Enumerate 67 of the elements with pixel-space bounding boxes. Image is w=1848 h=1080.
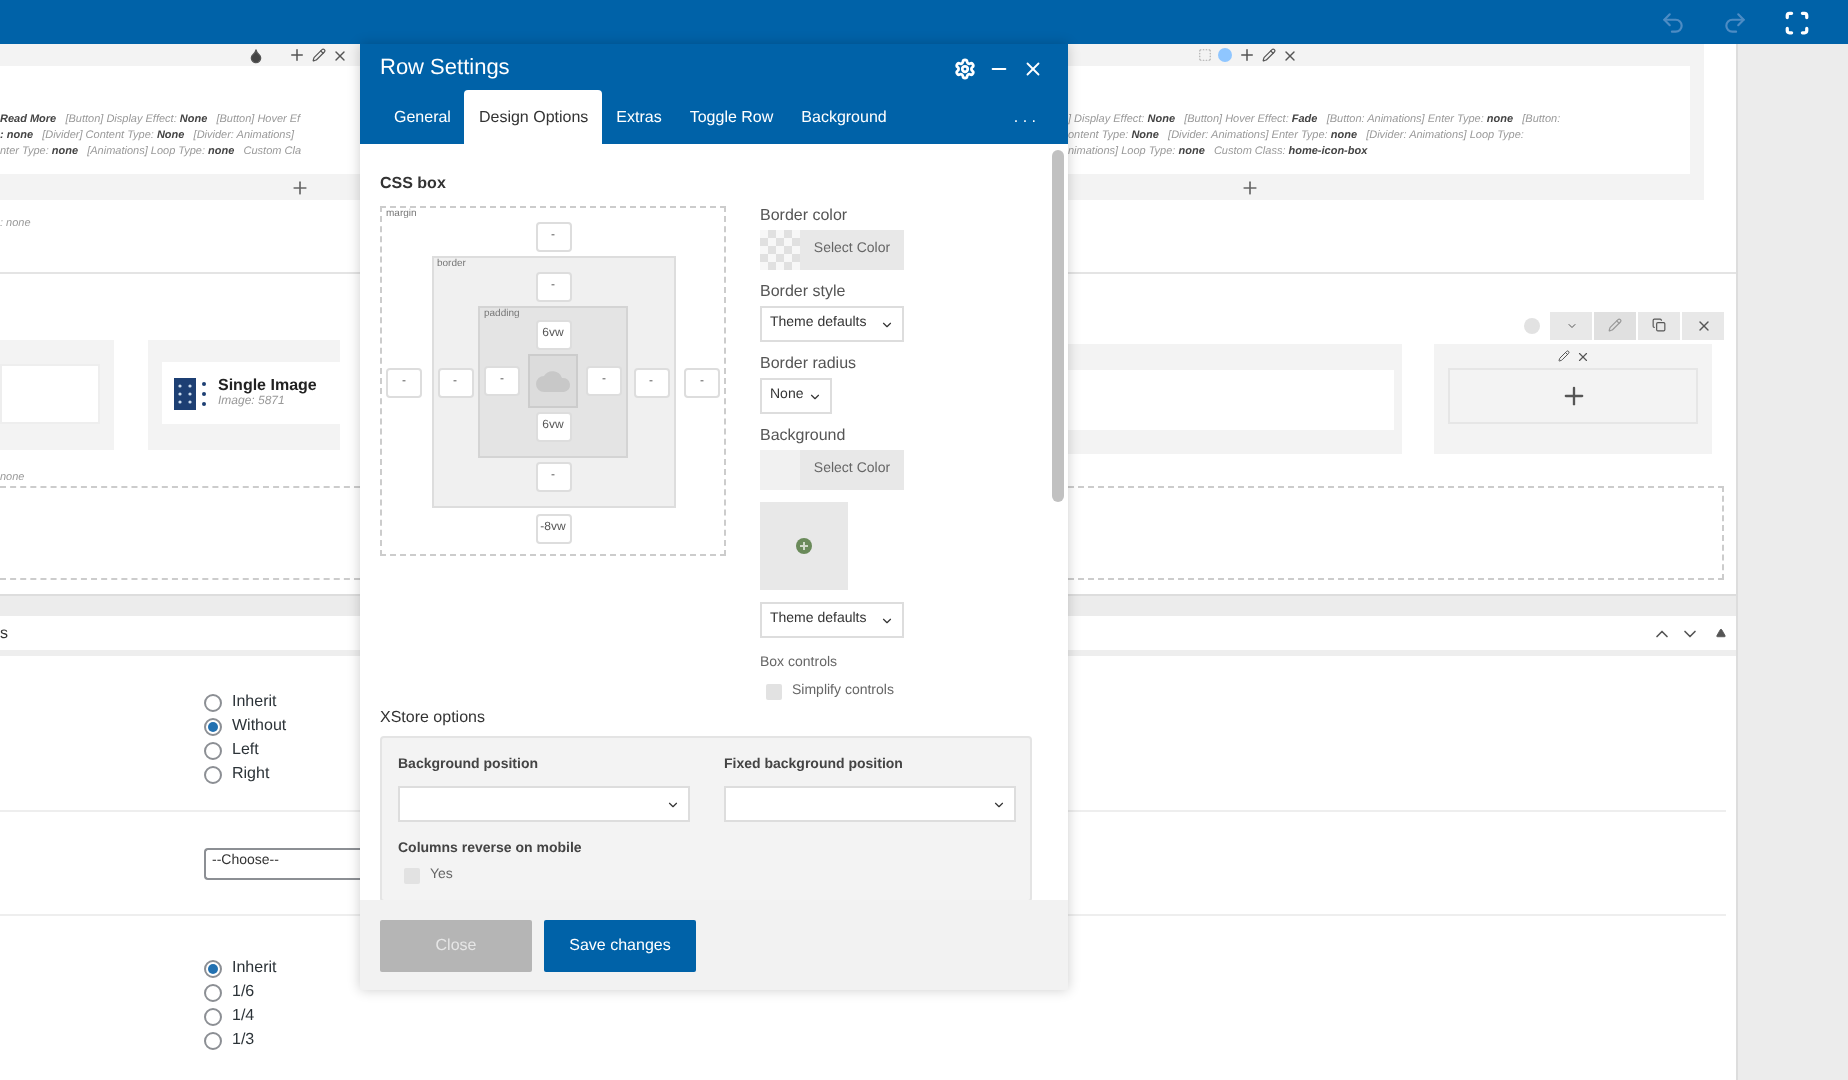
edit-icon[interactable] bbox=[1262, 48, 1276, 62]
radio-label: 1/6 bbox=[232, 980, 255, 1004]
field-label: Background bbox=[760, 426, 848, 446]
tab[interactable]: General bbox=[380, 90, 465, 144]
add-icon[interactable] bbox=[1238, 46, 1256, 64]
image-icon bbox=[174, 377, 208, 409]
checkbox[interactable] bbox=[766, 684, 782, 701]
more-tabs[interactable]: . . . bbox=[1013, 106, 1036, 130]
radio-button[interactable] bbox=[204, 693, 222, 711]
radio-button[interactable] bbox=[204, 1031, 222, 1049]
radio-label: Inherit bbox=[232, 956, 277, 980]
select-field[interactable] bbox=[724, 786, 1016, 822]
chevron-icon bbox=[880, 613, 894, 627]
select-field[interactable] bbox=[398, 786, 690, 822]
panel-title: s bbox=[0, 621, 8, 645]
radio-label: Right bbox=[232, 762, 270, 786]
radio-button[interactable] bbox=[204, 1007, 222, 1025]
radio-button[interactable] bbox=[204, 741, 222, 759]
chevron-icon bbox=[808, 389, 822, 403]
section-title: XStore options bbox=[380, 707, 487, 727]
section-title: CSS box bbox=[380, 172, 448, 196]
close-icon[interactable] bbox=[1282, 47, 1298, 63]
add-icon[interactable] bbox=[290, 177, 310, 197]
edit-button[interactable] bbox=[1594, 311, 1636, 339]
drop-icon[interactable] bbox=[248, 47, 264, 63]
edit-icon[interactable] bbox=[1557, 350, 1569, 362]
close-icon bbox=[1695, 317, 1711, 333]
fullscreen-icon[interactable] bbox=[1784, 9, 1810, 35]
modal-title: Row Settings bbox=[380, 54, 510, 85]
add-icon[interactable] bbox=[1240, 177, 1260, 197]
field-label: Border radius bbox=[760, 354, 859, 374]
add-icon[interactable] bbox=[288, 46, 306, 64]
radio-label: 1/4 bbox=[232, 1004, 255, 1028]
add-icon bbox=[1559, 382, 1587, 410]
close-icon[interactable] bbox=[1022, 58, 1044, 80]
delete-button[interactable] bbox=[1682, 311, 1724, 339]
duplicate-button[interactable] bbox=[1638, 311, 1680, 339]
image-placeholder[interactable] bbox=[760, 502, 848, 590]
chevron-icon bbox=[880, 317, 894, 331]
tab[interactable]: Background bbox=[787, 90, 901, 144]
tab[interactable]: Design Options bbox=[464, 90, 603, 144]
caret-icon bbox=[1565, 319, 1577, 331]
chevron-icon bbox=[666, 797, 680, 811]
chevron-icon bbox=[992, 797, 1006, 811]
radio-button[interactable] bbox=[204, 717, 222, 735]
save-button[interactable]: Save changes bbox=[544, 919, 696, 971]
tab[interactable]: Toggle Row bbox=[675, 90, 788, 144]
field-label: Border style bbox=[760, 282, 848, 302]
close-icon[interactable] bbox=[332, 47, 348, 63]
edit-icon[interactable] bbox=[312, 48, 326, 62]
close-icon[interactable] bbox=[1575, 349, 1589, 363]
tab[interactable]: Extras bbox=[602, 90, 676, 144]
radio-label: Inherit bbox=[232, 690, 277, 714]
collapse-icon[interactable] bbox=[1716, 628, 1726, 638]
copy-icon bbox=[1652, 318, 1666, 332]
radio-button[interactable] bbox=[204, 765, 222, 783]
element-title: Single Image bbox=[218, 375, 317, 393]
settings-icon[interactable] bbox=[954, 58, 976, 80]
radio-button[interactable] bbox=[204, 983, 222, 1001]
radio-button[interactable] bbox=[204, 959, 222, 977]
radio-label: 1/3 bbox=[232, 1028, 255, 1052]
edit-icon bbox=[1608, 318, 1622, 332]
scrollbar[interactable] bbox=[1052, 150, 1064, 502]
add-icon[interactable] bbox=[796, 538, 812, 554]
field-label: Border color bbox=[760, 206, 850, 226]
radio-label: Without bbox=[232, 714, 287, 738]
radio-label: Left bbox=[232, 738, 259, 762]
